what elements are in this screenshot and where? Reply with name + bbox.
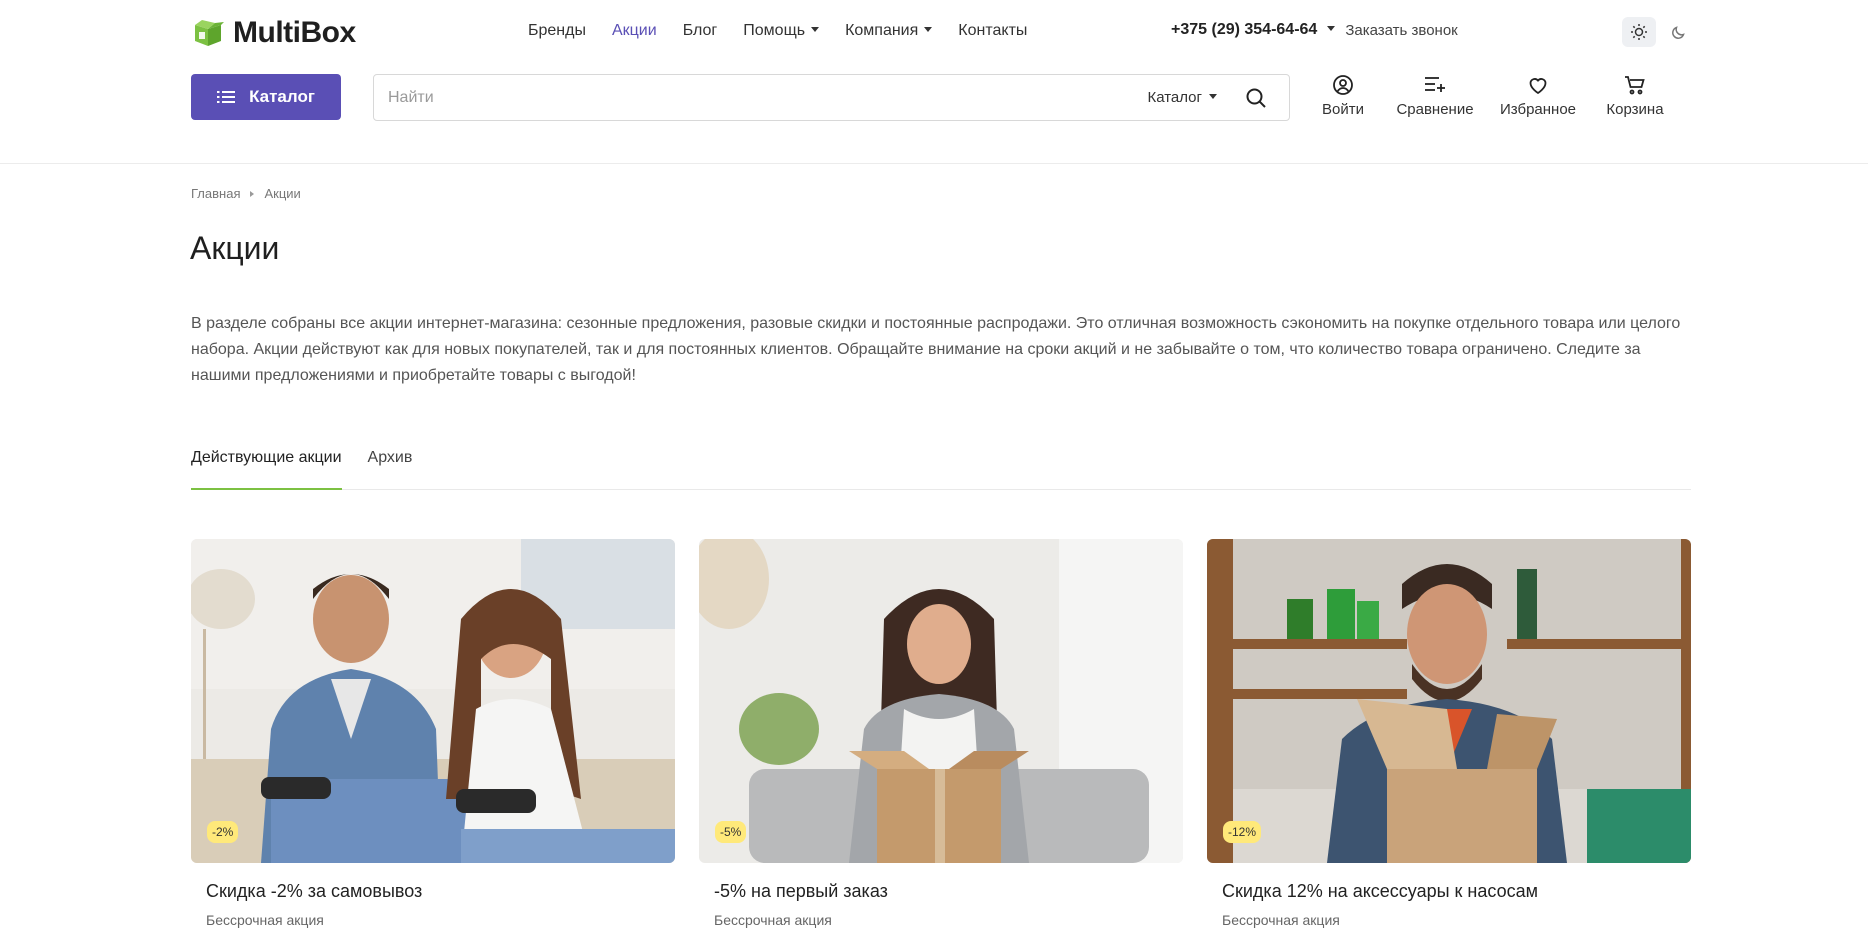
promo-image[interactable]: -2% bbox=[191, 539, 675, 863]
search-category-label: Каталог bbox=[1147, 89, 1202, 106]
promo-card[interactable]: -2% Скидка -2% за самовывоз Бессрочная а… bbox=[191, 539, 675, 928]
logo-text: MultiBox bbox=[233, 16, 356, 49]
logo-box-icon bbox=[195, 20, 224, 46]
promo-subtitle: Бессрочная акция bbox=[1222, 912, 1340, 928]
user-icon bbox=[1333, 75, 1353, 95]
phone-dropdown-icon[interactable] bbox=[1327, 26, 1336, 31]
nav-item-company[interactable]: Компания bbox=[845, 22, 933, 40]
cart-label: Корзина bbox=[1606, 101, 1664, 118]
theme-switch bbox=[1622, 17, 1696, 47]
cart-button[interactable]: Корзина bbox=[1602, 74, 1668, 118]
catalog-button[interactable]: Каталог bbox=[191, 74, 341, 120]
promo-title[interactable]: -5% на первый заказ bbox=[714, 881, 1183, 902]
breadcrumb-home[interactable]: Главная bbox=[191, 186, 240, 201]
cart-icon bbox=[1625, 76, 1645, 95]
favorites-button[interactable]: Избранное bbox=[1491, 74, 1585, 118]
page: MultiBox Бренды Акции Блог Помощь Компан… bbox=[0, 0, 1868, 935]
moon-icon bbox=[1672, 26, 1685, 39]
discount-badge: -2% bbox=[207, 821, 239, 843]
breadcrumb-current: Акции bbox=[264, 186, 301, 201]
discount-badge: -12% bbox=[1223, 821, 1262, 843]
promo-image[interactable]: -12% bbox=[1207, 539, 1691, 863]
page-intro: В разделе собраны все акции интернет-маг… bbox=[191, 315, 1681, 384]
list-icon bbox=[217, 91, 236, 103]
promo-image[interactable]: -5% bbox=[699, 539, 1183, 863]
favorites-label: Избранное bbox=[1499, 101, 1577, 118]
compare-icon bbox=[1425, 77, 1445, 92]
page-title: Акции bbox=[190, 230, 280, 266]
promo-title[interactable]: Скидка 12% на аксессуары к насосам bbox=[1222, 881, 1691, 902]
callback-link[interactable]: Заказать звонок bbox=[1345, 22, 1457, 39]
header-actions: Войти Сравнение Избранное Корзина bbox=[1312, 74, 1668, 118]
couple-gaming-photo bbox=[191, 539, 675, 863]
tab-active-promos[interactable]: Действующие акции bbox=[191, 444, 342, 490]
discount-badge: -5% bbox=[715, 821, 747, 843]
nav-item-blog[interactable]: Блог bbox=[683, 22, 718, 40]
phone-block: +375 (29) 354-64-64 Заказать звонок bbox=[1171, 21, 1458, 39]
nav-item-brands[interactable]: Бренды bbox=[528, 22, 586, 40]
promo-subtitle: Бессрочная акция bbox=[206, 912, 324, 928]
catalog-button-label: Каталог bbox=[249, 87, 315, 106]
search-input[interactable] bbox=[374, 75, 1148, 120]
login-button[interactable]: Войти bbox=[1312, 74, 1374, 118]
caret-down-icon bbox=[811, 27, 820, 32]
tab-archive[interactable]: Архив bbox=[368, 444, 413, 490]
light-theme-button[interactable] bbox=[1622, 17, 1656, 47]
man-unboxing-photo bbox=[1207, 539, 1691, 863]
promo-subtitle: Бессрочная акция bbox=[714, 912, 832, 928]
search-icon[interactable] bbox=[1245, 87, 1267, 109]
header-divider bbox=[0, 163, 1868, 164]
sun-icon bbox=[1631, 24, 1647, 40]
compare-button[interactable]: Сравнение bbox=[1388, 74, 1482, 118]
heart-icon bbox=[1529, 78, 1547, 95]
nav-item-promotions[interactable]: Акции bbox=[612, 22, 657, 40]
dark-theme-button[interactable] bbox=[1662, 17, 1696, 47]
compare-label: Сравнение bbox=[1396, 101, 1474, 118]
caret-down-icon bbox=[924, 27, 933, 32]
woman-unboxing-photo bbox=[699, 539, 1183, 863]
logo[interactable]: MultiBox bbox=[191, 16, 356, 50]
nav-item-contacts[interactable]: Контакты bbox=[958, 22, 1027, 40]
search-category-select[interactable]: Каталог bbox=[1147, 89, 1217, 106]
login-label: Войти bbox=[1322, 101, 1364, 118]
chevron-right-icon bbox=[250, 190, 255, 197]
promo-card[interactable]: -12% Скидка 12% на аксессуары к насосам … bbox=[1207, 539, 1691, 928]
caret-down-icon bbox=[1209, 93, 1217, 99]
breadcrumb: Главная Акции bbox=[191, 186, 301, 201]
nav-item-help[interactable]: Помощь bbox=[743, 22, 820, 40]
phone-number[interactable]: +375 (29) 354-64-64 bbox=[1171, 21, 1317, 39]
promo-card[interactable]: -5% -5% на первый заказ Бессрочная акция bbox=[699, 539, 1183, 928]
top-nav: Бренды Акции Блог Помощь Компания Контак… bbox=[528, 22, 1027, 40]
promo-title[interactable]: Скидка -2% за самовывоз bbox=[206, 881, 675, 902]
search-bar: Каталог bbox=[373, 74, 1290, 121]
promo-tabs: Действующие акции Архив bbox=[191, 444, 1691, 490]
